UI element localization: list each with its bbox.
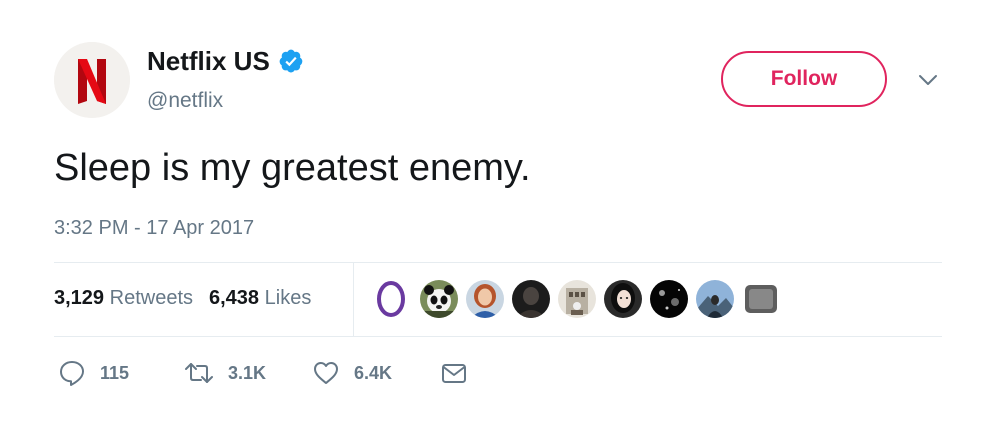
retweets-label: Retweets xyxy=(109,287,193,309)
divider-bottom xyxy=(54,336,942,337)
purple-ring-avatar-icon xyxy=(372,280,410,318)
liker-avatar-4[interactable] xyxy=(512,280,550,318)
liker-avatar-3[interactable] xyxy=(466,280,504,318)
reply-button[interactable]: 115 xyxy=(58,359,129,387)
heart-icon xyxy=(314,362,338,384)
direct-message-button[interactable] xyxy=(440,359,468,387)
divider-top xyxy=(54,262,942,263)
retweet-count: 3.1K xyxy=(228,362,267,383)
like-button[interactable]: 6.4K xyxy=(312,359,392,387)
woman-dark-hair-avatar-icon xyxy=(604,280,642,318)
liker-avatar-1[interactable] xyxy=(372,280,410,318)
like-count: 6.4K xyxy=(354,362,393,383)
space-avatar-icon xyxy=(650,280,688,318)
liker-avatar-2[interactable] xyxy=(420,280,458,318)
woman-redhead-avatar-icon xyxy=(466,280,504,318)
author-handle[interactable]: @netflix xyxy=(147,89,223,113)
panda-avatar-icon xyxy=(420,280,458,318)
liker-avatar-5[interactable] xyxy=(558,280,596,318)
envelope-icon xyxy=(442,364,466,383)
author-display-name[interactable]: Netflix US xyxy=(147,46,270,76)
mountain-person-avatar-icon xyxy=(696,280,734,318)
liker-avatar-6[interactable] xyxy=(604,280,642,318)
retweets-stat[interactable]: 3,129 Retweets xyxy=(54,286,193,310)
verified-badge-icon xyxy=(279,49,303,73)
retweet-button[interactable]: 3.1K xyxy=(184,359,266,387)
netflix-logo-icon xyxy=(54,42,130,118)
liker-avatar-9[interactable] xyxy=(742,280,780,318)
author-name-row: Netflix US xyxy=(147,46,304,76)
retweet-icon xyxy=(185,363,213,383)
gray-square-avatar-icon xyxy=(742,280,780,318)
likes-count: 6,438 xyxy=(209,287,260,309)
stats-separator xyxy=(353,262,354,336)
likes-label: Likes xyxy=(264,287,312,309)
tweet-timestamp[interactable]: 3:32 PM - 17 Apr 2017 xyxy=(54,216,254,240)
likes-stat[interactable]: 6,438 Likes xyxy=(209,286,311,310)
follow-button[interactable]: Follow xyxy=(721,51,887,107)
liker-avatar-8[interactable] xyxy=(696,280,734,318)
reply-icon xyxy=(60,361,84,386)
tweet-stats: 3,129 Retweets 6,438 Likes xyxy=(54,286,311,310)
tweet-text: Sleep is my greatest enemy. xyxy=(54,147,531,189)
chevron-down-icon[interactable] xyxy=(917,72,939,88)
building-avatar-icon xyxy=(558,280,596,318)
reply-count: 115 xyxy=(100,362,130,383)
retweets-count: 3,129 xyxy=(54,287,105,309)
liker-avatar-7[interactable] xyxy=(650,280,688,318)
dark-figure-avatar-icon xyxy=(512,280,550,318)
author-avatar[interactable] xyxy=(54,42,130,118)
